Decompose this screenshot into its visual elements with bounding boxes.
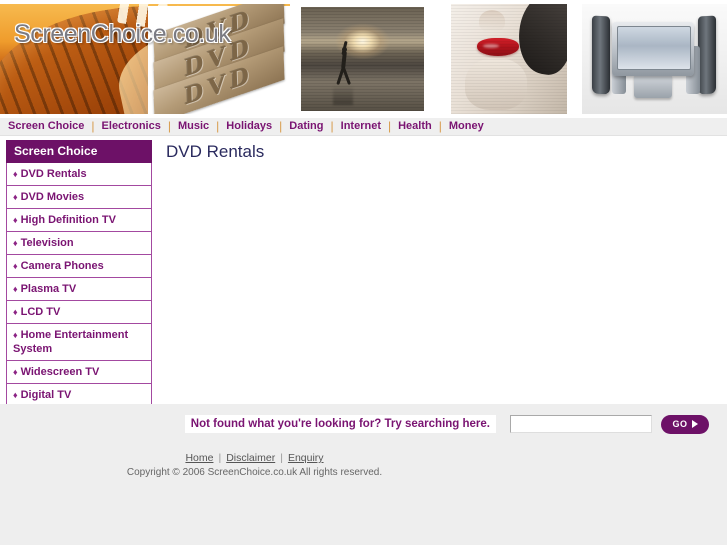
sidebar-item-label: Plasma TV bbox=[20, 283, 77, 295]
sidebar-item-plasma-tv[interactable]: ♦ Plasma TV bbox=[6, 278, 152, 301]
hair-shape bbox=[512, 4, 567, 79]
banner-panel-television bbox=[582, 4, 727, 114]
sidebar-item-television[interactable]: ♦ Television bbox=[6, 232, 152, 255]
speaker-left bbox=[592, 15, 610, 95]
footer: Not found what you're looking for? Try s… bbox=[0, 404, 727, 544]
diamond-bullet-icon: ♦ bbox=[13, 192, 18, 202]
nav-item-electronics[interactable]: Electronics bbox=[95, 120, 168, 132]
diamond-bullet-icon: ♦ bbox=[13, 215, 18, 225]
sidebar-item-label: Home Entertainment System bbox=[13, 329, 129, 355]
television-image bbox=[586, 10, 726, 110]
site-logo[interactable]: ScreenChoice.co.uk bbox=[14, 20, 231, 49]
footer-links: Home | Disclaimer | Enquiry bbox=[0, 452, 727, 464]
diamond-bullet-icon: ♦ bbox=[13, 169, 18, 179]
sidebar-item-lcd-tv[interactable]: ♦ LCD TV bbox=[6, 301, 152, 324]
dancer-silhouette bbox=[335, 40, 353, 87]
woman-face-image bbox=[451, 4, 567, 114]
sidebar-item-label: Widescreen TV bbox=[20, 366, 100, 378]
dancer-reflection bbox=[333, 85, 353, 105]
sidebar-item-label: High Definition TV bbox=[20, 214, 116, 226]
diamond-bullet-icon: ♦ bbox=[13, 307, 18, 317]
sidebar: Screen Choice ♦ DVD Rentals ♦ DVD Movies ♦… bbox=[6, 140, 152, 407]
red-lips-shape bbox=[477, 38, 519, 56]
copyright-text: Copyright © 2006 ScreenChoice.co.uk All … bbox=[126, 467, 383, 478]
play-triangle-icon bbox=[691, 420, 698, 428]
tv-body bbox=[612, 22, 694, 76]
sidebar-item-high-definition-tv[interactable]: ♦ High Definition TV bbox=[6, 209, 152, 232]
chin-shape bbox=[465, 58, 527, 110]
sidebar-item-label: DVD Movies bbox=[20, 191, 85, 203]
nose-shape bbox=[479, 10, 505, 32]
nav-item-health[interactable]: Health bbox=[391, 120, 439, 132]
footer-link-home[interactable]: Home bbox=[180, 452, 218, 464]
sidebar-item-home-entertainment-system[interactable]: ♦ Home Entertainment System bbox=[6, 324, 152, 361]
beach-sunset-image bbox=[301, 7, 424, 111]
banner-panel-film-reel: DVD DVD DVD ScreenChoice.co.uk bbox=[0, 4, 290, 114]
sidebar-item-label: DVD Rentals bbox=[20, 168, 87, 180]
banner-panels: DVD DVD DVD ScreenChoice.co.uk bbox=[0, 4, 727, 114]
sidebar-item-label: LCD TV bbox=[20, 306, 61, 318]
nav-item-internet[interactable]: Internet bbox=[334, 120, 388, 132]
banner-panel-red-lips bbox=[436, 4, 582, 114]
sidebar-heading: Screen Choice bbox=[6, 140, 152, 163]
sidebar-item-camera-phones[interactable]: ♦ Camera Phones bbox=[6, 255, 152, 278]
sidebar-item-dvd-movies[interactable]: ♦ DVD Movies bbox=[6, 186, 152, 209]
nav-item-holidays[interactable]: Holidays bbox=[219, 120, 279, 132]
search-input[interactable] bbox=[510, 415, 652, 433]
sidebar-item-dvd-rentals[interactable]: ♦ DVD Rentals bbox=[6, 163, 152, 186]
site-banner: DVD DVD DVD ScreenChoice.co.uk bbox=[0, 0, 727, 118]
nav-item-music[interactable]: Music bbox=[171, 120, 216, 132]
go-button-label: GO bbox=[672, 419, 688, 429]
search-bar: Not found what you're looking for? Try s… bbox=[0, 412, 727, 436]
footer-link-disclaimer[interactable]: Disclaimer bbox=[221, 452, 280, 464]
tv-screen bbox=[617, 26, 691, 70]
footer-link-enquiry[interactable]: Enquiry bbox=[283, 452, 329, 464]
page-root: DVD DVD DVD ScreenChoice.co.uk Screen Ch… bbox=[0, 0, 727, 545]
diamond-bullet-icon: ♦ bbox=[13, 330, 18, 340]
sidebar-item-label: Digital TV bbox=[20, 389, 72, 401]
diamond-bullet-icon: ♦ bbox=[13, 261, 18, 271]
main-panel: DVD Rentals bbox=[166, 142, 717, 162]
nav-item-screen-choice[interactable]: Screen Choice bbox=[8, 120, 91, 132]
speaker-right bbox=[698, 15, 716, 95]
tv-base bbox=[634, 74, 672, 98]
search-go-button[interactable]: GO bbox=[661, 414, 709, 434]
diamond-bullet-icon: ♦ bbox=[13, 390, 18, 400]
search-prompt-text: Not found what you're looking for? Try s… bbox=[184, 415, 496, 433]
sidebar-item-label: Camera Phones bbox=[20, 260, 104, 272]
top-navigation: Screen Choice | Electronics | Music | Ho… bbox=[0, 118, 727, 136]
diamond-bullet-icon: ♦ bbox=[13, 238, 18, 248]
diamond-bullet-icon: ♦ bbox=[13, 367, 18, 377]
banner-panel-beach-sunset bbox=[290, 4, 436, 114]
nav-item-dating[interactable]: Dating bbox=[282, 120, 330, 132]
content-area: Screen Choice ♦ DVD Rentals ♦ DVD Movies ♦… bbox=[0, 136, 727, 407]
page-title: DVD Rentals bbox=[166, 142, 265, 161]
sidebar-item-widescreen-tv[interactable]: ♦ Widescreen TV bbox=[6, 361, 152, 384]
nav-item-money[interactable]: Money bbox=[442, 120, 491, 132]
sidebar-item-label: Television bbox=[20, 237, 74, 249]
diamond-bullet-icon: ♦ bbox=[13, 284, 18, 294]
